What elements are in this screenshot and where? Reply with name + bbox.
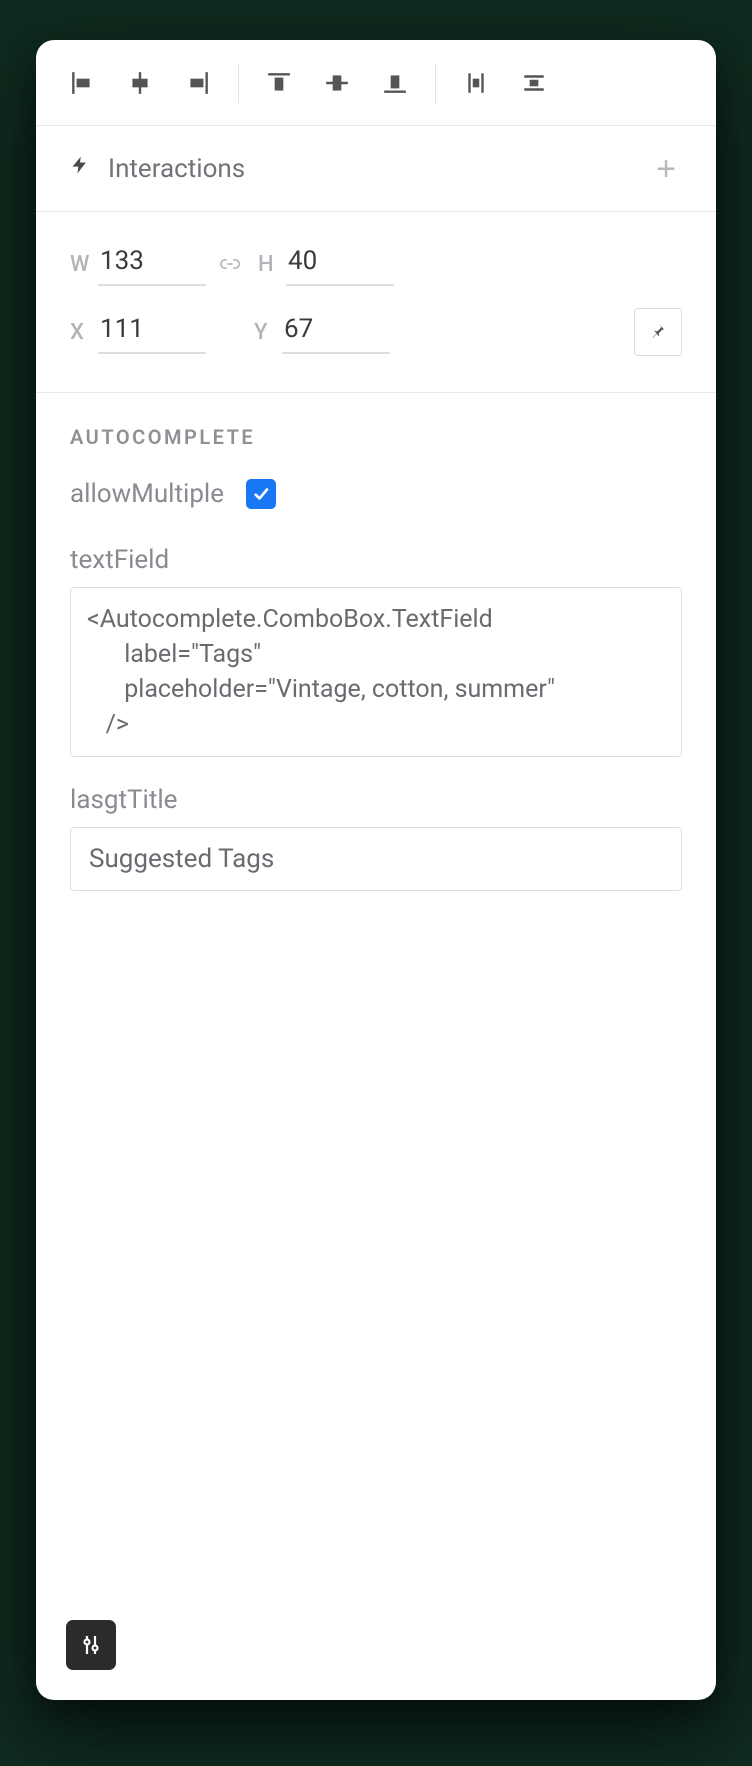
y-label: Y xyxy=(254,320,282,345)
allow-multiple-label: allowMultiple xyxy=(70,479,224,509)
interactions-title: Interactions xyxy=(108,154,245,184)
lasgt-title-input[interactable] xyxy=(70,827,682,891)
width-input[interactable] xyxy=(98,242,206,286)
width-label: W xyxy=(70,252,98,277)
align-right-icon[interactable] xyxy=(180,65,216,101)
dimensions-section: W H X Y xyxy=(36,212,716,393)
link-size-icon[interactable] xyxy=(210,244,250,284)
distribute-h-icon[interactable] xyxy=(458,65,494,101)
plus-icon: + xyxy=(656,150,676,188)
textfield-input[interactable]: <Autocomplete.ComboBox.TextField label="… xyxy=(70,587,682,757)
panel-settings-button[interactable] xyxy=(66,1620,116,1670)
sliders-icon xyxy=(79,1633,103,1657)
toolbar-separator xyxy=(238,63,239,103)
distribute-v-icon[interactable] xyxy=(516,65,552,101)
pin-button[interactable] xyxy=(634,308,682,356)
allow-multiple-row: allowMultiple xyxy=(70,479,682,509)
align-left-icon[interactable] xyxy=(64,65,100,101)
interactions-row: Interactions + xyxy=(36,126,716,212)
y-input[interactable] xyxy=(282,310,390,354)
align-top-icon[interactable] xyxy=(261,65,297,101)
add-interaction-button[interactable]: + xyxy=(650,151,682,187)
x-input[interactable] xyxy=(98,310,206,354)
align-bottom-icon[interactable] xyxy=(377,65,413,101)
alignment-toolbar xyxy=(36,40,716,126)
lightning-icon xyxy=(70,153,90,184)
align-v-center-icon[interactable] xyxy=(319,65,355,101)
align-h-center-icon[interactable] xyxy=(122,65,158,101)
height-input[interactable] xyxy=(286,242,394,286)
properties-panel: Interactions + W H X Y xyxy=(36,40,716,1700)
allow-multiple-checkbox[interactable] xyxy=(246,479,276,509)
toolbar-separator xyxy=(435,63,436,103)
textfield-label: textField xyxy=(70,545,682,575)
section-title: AUTOCOMPLETE xyxy=(70,425,682,449)
component-props-section: AUTOCOMPLETE allowMultiple textField <Au… xyxy=(36,393,716,923)
x-label: X xyxy=(70,320,98,345)
lasgt-title-label: lasgtTitle xyxy=(70,785,682,815)
height-label: H xyxy=(258,252,286,277)
